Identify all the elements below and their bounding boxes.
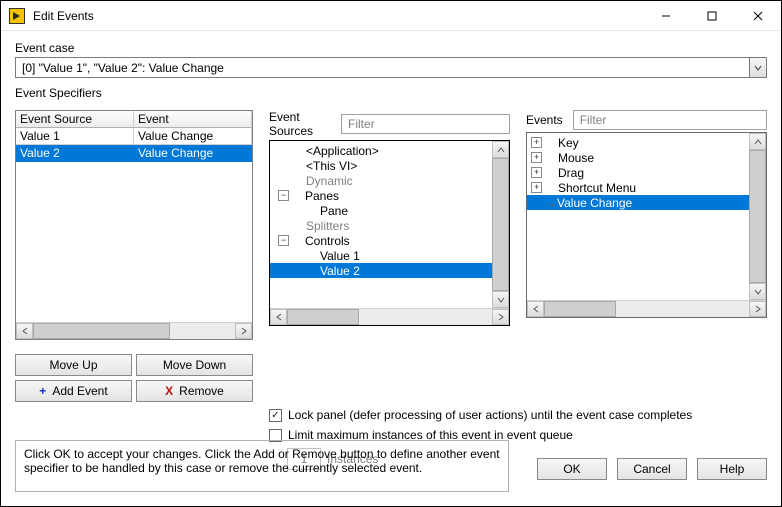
move-up-button[interactable]: Move Up <box>15 354 132 376</box>
scroll-right-icon[interactable] <box>235 323 252 339</box>
hscrollbar[interactable] <box>16 322 252 339</box>
event-case-combo[interactable]: [0] "Value 1", "Value 2": Value Change <box>15 57 767 78</box>
tree-item-pane[interactable]: Pane <box>270 203 509 218</box>
table-body: Value 1 Value Change Value 2 Value Chang… <box>16 128 252 322</box>
event-specifiers-label: Event Specifiers <box>15 86 767 100</box>
help-text: Click OK to accept your changes. Click t… <box>15 440 509 492</box>
tree-item-value-change[interactable]: →Value Change <box>527 195 766 210</box>
vscrollbar[interactable] <box>749 133 766 300</box>
tree-item-panes[interactable]: −Panes <box>270 188 509 203</box>
lock-panel-label: Lock panel (defer processing of user act… <box>288 408 692 422</box>
scroll-right-icon[interactable] <box>749 301 766 317</box>
maximize-button[interactable] <box>689 1 735 30</box>
scroll-down-icon[interactable] <box>492 291 509 308</box>
table-row[interactable]: Value 1 Value Change <box>16 128 252 145</box>
tree-item-application[interactable]: <Application> <box>270 143 509 158</box>
tree-item-dynamic[interactable]: Dynamic <box>270 173 509 188</box>
scroll-left-icon[interactable] <box>270 309 287 325</box>
tree-item-mouse[interactable]: +Mouse <box>527 150 766 165</box>
window-title: Edit Events <box>33 9 643 23</box>
header-source: Event Source <box>16 111 134 128</box>
add-event-button[interactable]: +Add Event <box>15 380 132 402</box>
table-header: Event Source Event <box>16 111 252 128</box>
close-button[interactable] <box>735 1 781 30</box>
hscrollbar[interactable] <box>527 300 766 317</box>
tree-item-splitters[interactable]: Splitters <box>270 218 509 233</box>
window-controls <box>643 1 781 30</box>
minimize-button[interactable] <box>643 1 689 30</box>
event-case-value: [0] "Value 1", "Value 2": Value Change <box>16 58 749 77</box>
scroll-right-icon[interactable] <box>492 309 509 325</box>
titlebar: Edit Events <box>1 1 781 31</box>
event-specifiers-table[interactable]: Event Source Event Value 1 Value Change … <box>15 110 253 340</box>
scroll-left-icon[interactable] <box>16 323 33 339</box>
tree-item-value1[interactable]: Value 1 <box>270 248 509 263</box>
scroll-left-icon[interactable] <box>527 301 544 317</box>
vscrollbar[interactable] <box>492 141 509 308</box>
cancel-button[interactable]: Cancel <box>617 458 687 480</box>
expand-icon[interactable]: + <box>531 182 542 193</box>
expand-icon[interactable]: + <box>531 152 542 163</box>
scroll-down-icon[interactable] <box>749 283 766 300</box>
events-tree[interactable]: +Key +Mouse +Drag +Shortcut Menu →Value … <box>526 132 767 318</box>
expand-icon[interactable]: + <box>531 167 542 178</box>
table-row[interactable]: Value 2 Value Change <box>16 145 252 162</box>
tree-item-shortcut-menu[interactable]: +Shortcut Menu <box>527 180 766 195</box>
tree-item-key[interactable]: +Key <box>527 135 766 150</box>
sources-tree[interactable]: <Application> <This VI> Dynamic −Panes P… <box>269 140 510 326</box>
collapse-icon[interactable]: − <box>278 235 289 246</box>
lock-panel-checkbox[interactable]: ✓ <box>269 409 282 422</box>
collapse-icon[interactable]: − <box>278 190 289 201</box>
scroll-track[interactable] <box>33 323 235 339</box>
move-down-button[interactable]: Move Down <box>136 354 253 376</box>
event-case-dropdown-button[interactable] <box>749 58 766 77</box>
events-label: Events <box>526 113 563 127</box>
event-case-label: Event case <box>15 41 767 55</box>
scroll-up-icon[interactable] <box>492 141 509 158</box>
tree-item-drag[interactable]: +Drag <box>527 165 766 180</box>
arrow-icon: → <box>545 196 555 210</box>
header-event: Event <box>134 111 252 128</box>
help-button[interactable]: Help <box>697 458 767 480</box>
hscrollbar[interactable] <box>270 308 509 325</box>
ok-button[interactable]: OK <box>537 458 607 480</box>
tree-item-controls[interactable]: −Controls <box>270 233 509 248</box>
events-filter-input[interactable] <box>573 110 767 130</box>
remove-button[interactable]: XRemove <box>136 380 253 402</box>
scroll-up-icon[interactable] <box>749 133 766 150</box>
event-sources-label: Event Sources <box>269 110 331 138</box>
sources-filter-input[interactable] <box>341 114 510 134</box>
tree-item-value2[interactable]: Value 2 <box>270 263 509 278</box>
app-icon <box>9 8 25 24</box>
tree-item-this-vi[interactable]: <This VI> <box>270 158 509 173</box>
expand-icon[interactable]: + <box>531 137 542 148</box>
